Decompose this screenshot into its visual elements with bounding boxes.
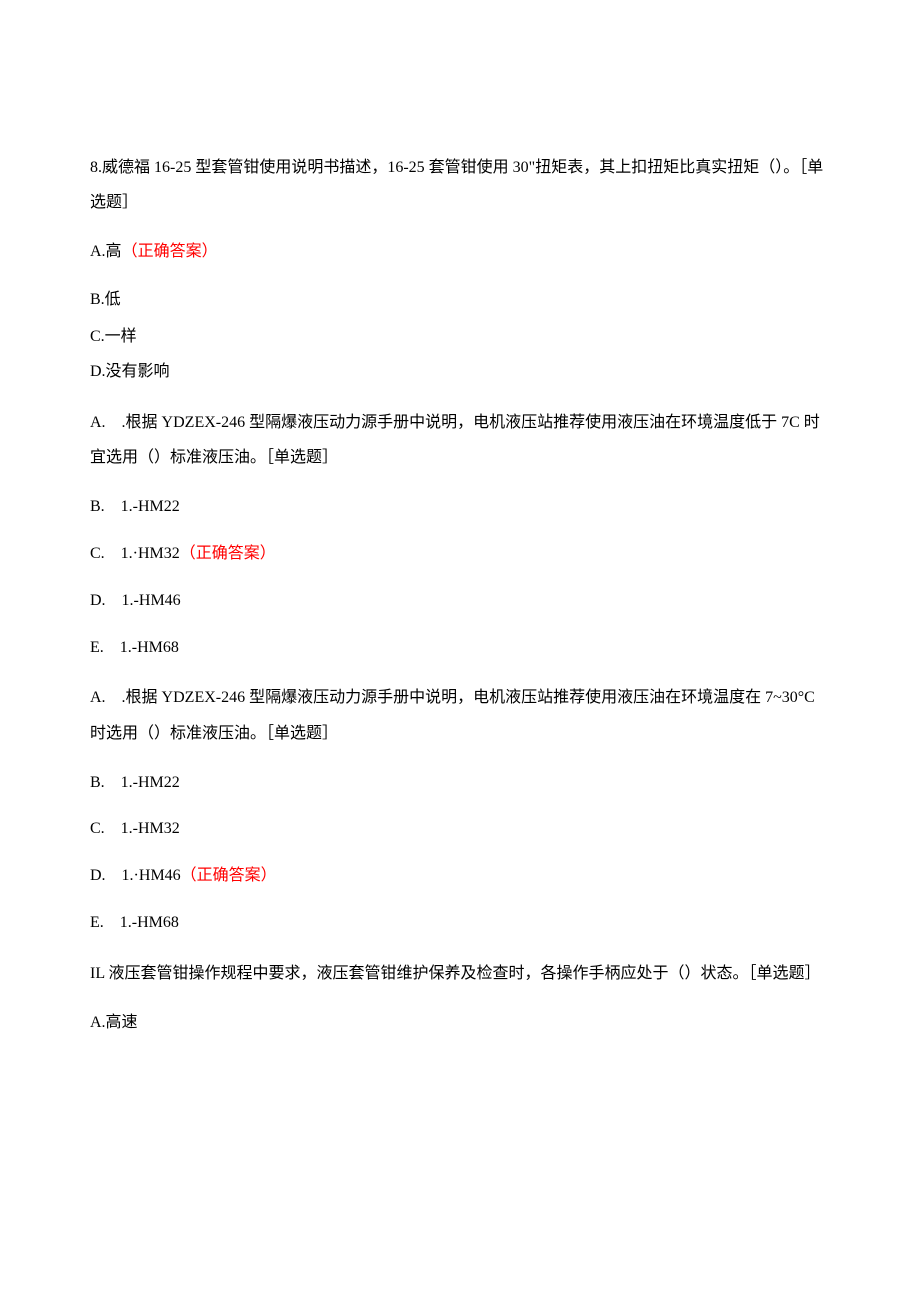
question-8-text: 8.威德福 16-25 型套管钳使用说明书描述，16-25 套管钳使用 30"扭… — [90, 150, 830, 220]
question-9-text: A. .根据 YDZEX-246 型隔爆液压动力源手册中说明，电机液压站推荐使用… — [90, 405, 830, 475]
question-10-option-c: C. 1.-HM32 — [90, 815, 830, 844]
question-8-option-b: B.低 — [90, 285, 830, 315]
question-10-option-d: D. 1.·HM46（正确答案） — [90, 862, 830, 891]
question-9-option-e: E. 1.-HM68 — [90, 634, 830, 663]
option-label: D. 1.·HM46 — [90, 867, 181, 884]
document-page: 8.威德福 16-25 型套管钳使用说明书描述，16-25 套管钳使用 30"扭… — [0, 0, 920, 1136]
question-9-option-b: B. 1.-HM22 — [90, 493, 830, 522]
question-10-option-b: B. 1.-HM22 — [90, 769, 830, 798]
correct-answer-marker: （正确答案） — [181, 867, 277, 884]
option-label: A.高 — [90, 243, 122, 260]
question-8-option-d: D.没有影响 — [90, 358, 830, 387]
question-10-text: A. .根据 YDZEX-246 型隔爆液压动力源手册中说明，电机液压站推荐使用… — [90, 680, 830, 750]
question-11-option-a: A.高速 — [90, 1009, 830, 1038]
correct-answer-marker: （正确答案） — [122, 243, 218, 260]
correct-answer-marker: （正确答案） — [180, 545, 276, 562]
question-10-option-e: E. 1.-HM68 — [90, 909, 830, 938]
question-11-text: IL 液压套管钳操作规程中要求，液压套管钳维护保养及检查时，各操作手柄应处于（）… — [90, 956, 830, 991]
option-label: C. 1.·HM32 — [90, 545, 180, 562]
question-8-option-c: C.一样 — [90, 322, 830, 352]
question-9-option-d: D. 1.-HM46 — [90, 587, 830, 616]
question-8-option-a: A.高（正确答案） — [90, 238, 830, 267]
question-9-option-c: C. 1.·HM32（正确答案） — [90, 540, 830, 569]
